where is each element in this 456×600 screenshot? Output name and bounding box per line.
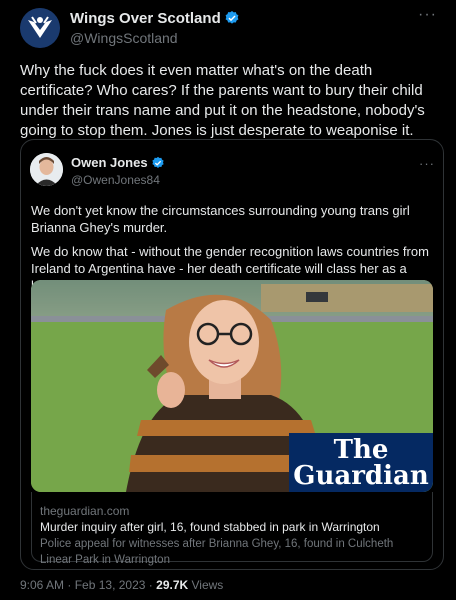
link-card[interactable]: theguardian.com Murder inquiry after gir…	[31, 492, 433, 566]
views-count: 29.7K	[156, 578, 189, 592]
quoted-author-avatar[interactable]	[30, 153, 63, 186]
author-name[interactable]: Wings Over Scotland	[70, 10, 221, 27]
wings-logo-icon	[20, 8, 60, 48]
guardian-logo-line1: The	[333, 435, 389, 465]
quoted-paragraph-1: We don't yet know the circumstances surr…	[31, 203, 410, 235]
author-handle[interactable]: @WingsScotland	[70, 30, 178, 46]
link-domain: theguardian.com	[40, 504, 130, 518]
more-options-icon[interactable]: ···	[418, 6, 437, 24]
tweet-time[interactable]: 9:06 AM	[20, 578, 64, 592]
quoted-author-name[interactable]: Owen Jones	[71, 155, 148, 170]
link-card-image[interactable]: The Guardian	[31, 280, 433, 492]
views-label: Views	[191, 578, 224, 592]
author-avatar[interactable]	[20, 8, 60, 48]
separator: ·	[148, 578, 153, 592]
verified-badge-icon	[225, 11, 239, 24]
tweet-meta: 9:06 AM · Feb 13, 2023 · 29.7K Views	[20, 578, 223, 592]
quoted-tweet[interactable]: Owen Jones @OwenJones84 ··· We don't yet…	[20, 139, 444, 570]
quoted-author-handle[interactable]: @OwenJones84	[71, 173, 160, 187]
link-title: Murder inquiry after girl, 16, found sta…	[40, 520, 380, 534]
separator: ·	[67, 578, 72, 592]
person-avatar-icon	[30, 153, 63, 186]
quoted-more-icon[interactable]: ···	[419, 156, 435, 171]
tweet-text: Why the fuck does it even matter what's …	[20, 62, 425, 139]
verified-badge-icon	[151, 156, 164, 168]
link-description: Police appeal for witnesses after Briann…	[40, 538, 394, 566]
tweet-date[interactable]: Feb 13, 2023	[75, 578, 146, 592]
guardian-logo: The Guardian	[289, 433, 433, 492]
guardian-logo-line2: Guardian	[293, 461, 429, 491]
